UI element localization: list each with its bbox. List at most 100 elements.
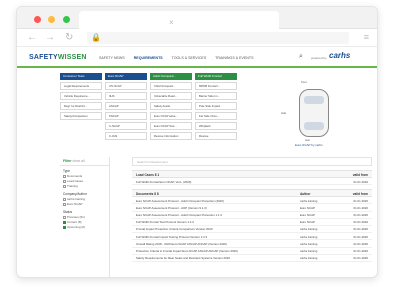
nav-tools-services[interactable]: TOOLS & SERVICES	[172, 56, 207, 60]
maximize-window-button[interactable]	[63, 16, 70, 23]
row-author: carhs.training	[300, 241, 318, 246]
dropdown-item[interactable]: Vulnerable Road...	[150, 92, 192, 100]
browser-tab[interactable]: ×	[79, 11, 279, 29]
back-icon[interactable]: ←	[27, 32, 37, 43]
carhs-logo[interactable]: carhs	[329, 51, 350, 60]
filter-title-label: Filter	[63, 159, 72, 163]
filter-option[interactable]: Training	[63, 184, 106, 189]
dropdown-item[interactable]: Safety/Comparison	[60, 112, 102, 120]
dropdown-euro-ncap[interactable]: Euro NCAP US NCAP IIHS ANCAP KNCAP C-NCA…	[105, 73, 147, 140]
dropdown-consumer-tests[interactable]: Consumer Tests Legal Requirements Vehicl…	[60, 73, 102, 120]
results-panel: Search in Requirement Load Cases 8 1 val…	[132, 157, 372, 262]
filter-group-company: Company/Author carhs.training Euro NCAP	[63, 192, 106, 207]
checkbox-checked[interactable]	[63, 225, 66, 229]
dropdown-adult-occupant[interactable]: Adult Occupant... Child Occupant... Vuln…	[150, 73, 192, 140]
dropdown-item[interactable]: Child Occupant...	[150, 82, 192, 90]
row-title[interactable]: Full Width Frontal Test Protocol Version…	[136, 220, 194, 224]
table-row[interactable]: Euro NCAP Assessment Protocol - Adult Oc…	[132, 212, 372, 219]
url-input[interactable]	[87, 32, 349, 44]
row-title[interactable]: Frontal Impact Protection Criteria Compa…	[136, 227, 212, 231]
nav-safety-news[interactable]: SAFETY NEWS	[99, 56, 125, 60]
dropdown-item[interactable]: ANCAP	[105, 102, 147, 110]
row-title[interactable]: Euro NCAP Assessment Protocol - Adult Oc…	[136, 199, 224, 203]
row-date: 01.01.2020	[353, 256, 368, 261]
dropdown-item[interactable]: Rescue Information	[150, 132, 192, 140]
dropdown-item[interactable]: Whiplash	[195, 122, 237, 130]
dropdown-item[interactable]: Far Side Occu...	[195, 112, 237, 120]
author-header: Author	[300, 192, 311, 197]
dropdown-item[interactable]: Pole Side Impact	[195, 102, 237, 110]
row-date: 01.01.2020	[353, 198, 368, 203]
dropdown-item[interactable]: Euro NCAP adva...	[150, 112, 192, 120]
close-window-button[interactable]	[34, 16, 41, 23]
dropdown-head[interactable]: Consumer Tests	[60, 73, 102, 80]
dropdown-item[interactable]: MPDB Frontal I...	[195, 82, 237, 90]
requirements-dropdowns: Consumer Tests Legal Requirements Vehicl…	[60, 73, 280, 148]
dropdown-item[interactable]: Barrier Side Im...	[195, 92, 237, 100]
site-header: SAFETYWISSEN SAFETY NEWS REQUIREMENTS TO…	[17, 48, 377, 68]
row-title[interactable]: Safety Requirements for Rear Seats and R…	[136, 256, 230, 260]
nav-trainings-events[interactable]: TRAININGS & EVENTS	[215, 56, 253, 60]
checkbox[interactable]	[63, 215, 66, 219]
row-title[interactable]: Euro NCAP Assessment Protocol - AOP (Ver…	[136, 206, 207, 210]
browser-menu-icon[interactable]: ≡	[364, 32, 369, 42]
dropdown-head[interactable]: Adult Occupant...	[150, 73, 192, 80]
dropdown-item[interactable]: US NCAP	[105, 82, 147, 90]
checkbox-checked[interactable]	[63, 220, 66, 224]
row-title[interactable]: Protection Criteria in Frontal Impact Eu…	[136, 249, 238, 253]
dropdown-item[interactable]: Legal Requirements	[60, 82, 102, 90]
load-cases-header: Load Cases 8 1 valid from	[132, 170, 372, 178]
site-logo[interactable]: SAFETYWISSEN	[29, 54, 87, 61]
clear-filters-link[interactable]: clear all	[73, 159, 85, 163]
table-row[interactable]: Euro NCAP Assessment Protocol - Adult Oc…	[132, 197, 372, 205]
dropdown-item[interactable]: Rescue	[195, 132, 237, 140]
forward-icon[interactable]: →	[45, 32, 55, 43]
dropdown-item[interactable]: Regl. for Restrict...	[60, 102, 102, 110]
dropdown-item[interactable]: IIHS	[105, 92, 147, 100]
row-title[interactable]: Euro NCAP Assessment Protocol - Adult Oc…	[136, 213, 222, 217]
dropdown-full-width-frontal[interactable]: Full Width Frontal MPDB Frontal I... Bar…	[195, 73, 237, 140]
row-date: 01.01.2020	[353, 213, 368, 218]
table-row[interactable]: Overall Rating 2018 - 2020 Euro NCAP ANC…	[132, 240, 372, 248]
dropdown-item[interactable]: KNCAP	[105, 112, 147, 120]
reload-icon[interactable]: ↻	[65, 32, 73, 43]
valid-from-header: valid from	[352, 192, 368, 197]
filter-group-head: Status	[63, 210, 73, 214]
tab-close-icon[interactable]: ×	[169, 18, 174, 27]
dropdown-item[interactable]: Vehicle Requireme...	[60, 92, 102, 100]
documents-header: Documents 8 8 Author valid from	[132, 189, 372, 198]
minimize-window-button[interactable]	[48, 16, 55, 23]
table-row[interactable]: Full Width Frontal Test Protocol Version…	[132, 219, 372, 226]
search-icon[interactable]: ⌕	[299, 53, 303, 61]
dropdown-item[interactable]: Euro NCAP Test...	[150, 122, 192, 130]
dropdown-head[interactable]: Euro NCAP	[105, 73, 147, 80]
dropdown-item[interactable]: Safety Assist	[150, 102, 192, 110]
checkbox[interactable]	[63, 202, 66, 206]
requirement-search-input[interactable]: Search in Requirement	[132, 157, 372, 166]
checkbox[interactable]	[63, 197, 66, 201]
car-icon[interactable]	[299, 89, 329, 137]
row-title[interactable]: Full Width Frontal Impact Testing Protoc…	[136, 235, 207, 239]
dropdown-item[interactable]: C-IASI	[105, 132, 147, 140]
table-row[interactable]: Euro NCAP Assessment Protocol - AOP (Ver…	[132, 204, 372, 212]
filter-option-label: Upcoming (0)	[67, 225, 86, 229]
filter-option[interactable]: Euro NCAP	[63, 202, 106, 207]
table-row[interactable]: Full Width Frontal Impact Testing Protoc…	[132, 233, 372, 241]
dropdown-head[interactable]: Full Width Frontal	[195, 73, 237, 80]
table-row[interactable]: Frontal Impact Protection Criteria Compa…	[132, 226, 372, 234]
checkbox[interactable]	[63, 179, 66, 183]
table-row[interactable]: Protection Criteria in Frontal Impact Eu…	[132, 248, 372, 255]
nav-requirements[interactable]: REQUIREMENTS	[134, 56, 163, 60]
table-row[interactable]: Full Width Frontal Euro NCAP, Vers. (202…	[132, 178, 372, 186]
row-author: Euro NCAP	[300, 213, 315, 218]
main-nav: SAFETY NEWS REQUIREMENTS TOOLS & SERVICE…	[99, 56, 262, 60]
row-title[interactable]: Overall Rating 2018 - 2020 Euro NCAP ANC…	[136, 242, 227, 246]
row-author: Euro NCAP	[300, 220, 315, 225]
table-row[interactable]: Safety Requirements for Rear Seats and R…	[132, 255, 372, 262]
filter-option[interactable]: Upcoming (0)	[63, 225, 106, 230]
car-diagram[interactable]: front side rear Euro NCAP by carhs	[279, 77, 349, 153]
checkbox[interactable]	[63, 184, 66, 188]
row-title[interactable]: Full Width Frontal Euro NCAP, Vers. (202…	[136, 180, 191, 184]
dropdown-item[interactable]: C-NCAP	[105, 122, 147, 130]
checkbox[interactable]	[63, 174, 66, 178]
